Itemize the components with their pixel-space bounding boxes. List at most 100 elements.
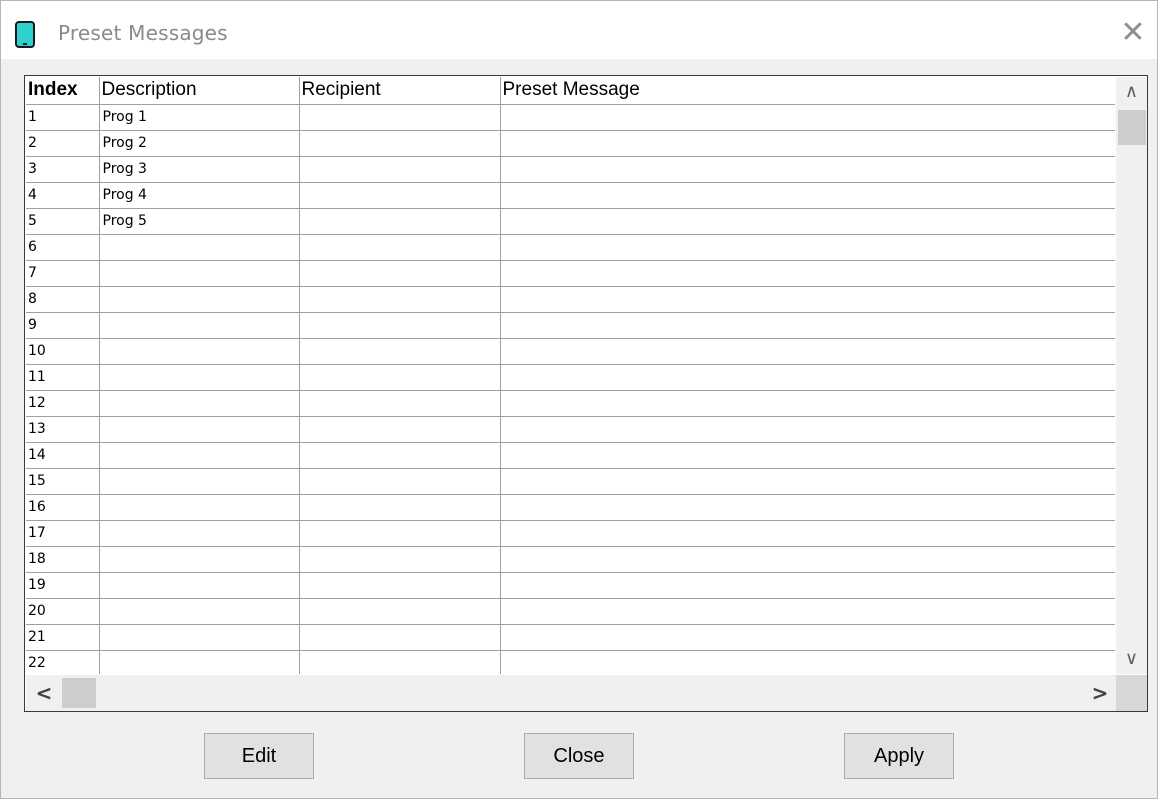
cell-description[interactable]: Prog 5 — [99, 208, 300, 235]
cell-preset-message[interactable] — [500, 312, 1115, 339]
cell-recipient[interactable] — [299, 208, 501, 235]
table-row[interactable]: 8 — [26, 286, 1115, 313]
cell-recipient[interactable] — [299, 624, 501, 651]
table-row[interactable]: 3 Prog 3 — [26, 156, 1115, 183]
edit-button[interactable]: Edit — [204, 733, 314, 779]
cell-preset-message[interactable] — [500, 390, 1115, 417]
cell-recipient[interactable] — [299, 650, 501, 674]
cell-index[interactable]: 5 — [26, 208, 100, 235]
table-row[interactable]: 6 — [26, 234, 1115, 261]
cell-preset-message[interactable] — [500, 234, 1115, 261]
cell-description[interactable] — [99, 546, 300, 573]
cell-index[interactable]: 10 — [26, 338, 100, 365]
column-header-recipient[interactable]: Recipient — [299, 77, 501, 105]
cell-index[interactable]: 9 — [26, 312, 100, 339]
table-row[interactable]: 14 — [26, 442, 1115, 469]
cell-preset-message[interactable] — [500, 156, 1115, 183]
cell-index[interactable]: 12 — [26, 390, 100, 417]
cell-description[interactable] — [99, 442, 300, 469]
cell-description[interactable] — [99, 364, 300, 391]
table-row[interactable]: 4 Prog 4 — [26, 182, 1115, 209]
cell-preset-message[interactable] — [500, 468, 1115, 495]
cell-preset-message[interactable] — [500, 286, 1115, 313]
cell-preset-message[interactable] — [500, 182, 1115, 209]
table-row[interactable]: 15 — [26, 468, 1115, 495]
table-row[interactable]: 2 Prog 2 — [26, 130, 1115, 157]
cell-recipient[interactable] — [299, 494, 501, 521]
cell-recipient[interactable] — [299, 182, 501, 209]
cell-recipient[interactable] — [299, 468, 501, 495]
cell-preset-message[interactable] — [500, 598, 1115, 625]
cell-recipient[interactable] — [299, 390, 501, 417]
cell-recipient[interactable] — [299, 572, 501, 599]
horizontal-scroll-thumb[interactable] — [62, 678, 96, 708]
cell-preset-message[interactable] — [500, 104, 1115, 131]
cell-index[interactable]: 3 — [26, 156, 100, 183]
cell-recipient[interactable] — [299, 234, 501, 261]
cell-index[interactable]: 11 — [26, 364, 100, 391]
table-row[interactable]: 18 — [26, 546, 1115, 573]
scroll-down-icon[interactable]: ∨ — [1116, 644, 1147, 674]
cell-description[interactable] — [99, 572, 300, 599]
cell-recipient[interactable] — [299, 286, 501, 313]
cell-recipient[interactable] — [299, 312, 501, 339]
table-row[interactable]: 21 — [26, 624, 1115, 651]
cell-recipient[interactable] — [299, 156, 501, 183]
table-row[interactable]: 12 — [26, 390, 1115, 417]
cell-recipient[interactable] — [299, 260, 501, 287]
cell-description[interactable] — [99, 312, 300, 339]
cell-recipient[interactable] — [299, 416, 501, 443]
vertical-scrollbar[interactable]: ∧ ∨ — [1116, 77, 1147, 674]
cell-description[interactable] — [99, 650, 300, 674]
cell-preset-message[interactable] — [500, 208, 1115, 235]
horizontal-scrollbar[interactable]: < > — [26, 675, 1116, 711]
table-row[interactable]: 22 — [26, 650, 1115, 674]
cell-preset-message[interactable] — [500, 650, 1115, 674]
cell-preset-message[interactable] — [500, 364, 1115, 391]
apply-button[interactable]: Apply — [844, 733, 954, 779]
cell-recipient[interactable] — [299, 546, 501, 573]
column-header-preset-message[interactable]: Preset Message — [500, 77, 1115, 105]
vertical-scroll-thumb[interactable] — [1118, 110, 1146, 145]
cell-description[interactable] — [99, 416, 300, 443]
cell-description[interactable] — [99, 520, 300, 547]
cell-preset-message[interactable] — [500, 416, 1115, 443]
cell-preset-message[interactable] — [500, 624, 1115, 651]
scroll-left-icon[interactable]: < — [28, 675, 60, 711]
cell-description[interactable] — [99, 598, 300, 625]
cell-description[interactable]: Prog 1 — [99, 104, 300, 131]
cell-description[interactable] — [99, 494, 300, 521]
close-window-icon[interactable]: ✕ — [1117, 15, 1149, 51]
table-row[interactable]: 20 — [26, 598, 1115, 625]
table-row[interactable]: 10 — [26, 338, 1115, 365]
cell-description[interactable]: Prog 2 — [99, 130, 300, 157]
cell-preset-message[interactable] — [500, 494, 1115, 521]
cell-description[interactable] — [99, 624, 300, 651]
close-button[interactable]: Close — [524, 733, 634, 779]
cell-index[interactable]: 6 — [26, 234, 100, 261]
cell-preset-message[interactable] — [500, 442, 1115, 469]
cell-index[interactable]: 13 — [26, 416, 100, 443]
cell-index[interactable]: 21 — [26, 624, 100, 651]
cell-recipient[interactable] — [299, 520, 501, 547]
cell-index[interactable]: 2 — [26, 130, 100, 157]
table-row[interactable]: 17 — [26, 520, 1115, 547]
table-row[interactable]: 5 Prog 5 — [26, 208, 1115, 235]
cell-description[interactable] — [99, 260, 300, 287]
cell-recipient[interactable] — [299, 104, 501, 131]
cell-description[interactable] — [99, 468, 300, 495]
table-row[interactable]: 13 — [26, 416, 1115, 443]
column-header-index[interactable]: Index — [26, 77, 100, 105]
cell-description[interactable] — [99, 286, 300, 313]
cell-index[interactable]: 16 — [26, 494, 100, 521]
scroll-up-icon[interactable]: ∧ — [1116, 77, 1147, 107]
cell-description[interactable] — [99, 234, 300, 261]
cell-preset-message[interactable] — [500, 572, 1115, 599]
cell-index[interactable]: 18 — [26, 546, 100, 573]
table-row[interactable]: 16 — [26, 494, 1115, 521]
cell-recipient[interactable] — [299, 364, 501, 391]
table-row[interactable]: 9 — [26, 312, 1115, 339]
cell-recipient[interactable] — [299, 338, 501, 365]
cell-index[interactable]: 14 — [26, 442, 100, 469]
cell-index[interactable]: 1 — [26, 104, 100, 131]
